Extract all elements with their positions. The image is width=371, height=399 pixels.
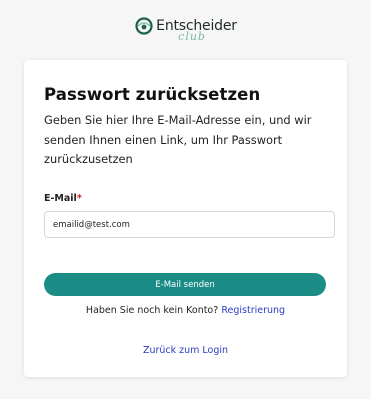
email-label-text: E-Mail bbox=[44, 193, 77, 204]
email-label: E-Mail* bbox=[44, 193, 82, 204]
logo-mark-icon bbox=[135, 17, 153, 35]
reset-password-card: Passwort zurücksetzen Geben Sie hier Ihr… bbox=[24, 60, 347, 377]
register-link[interactable]: Registrierung bbox=[221, 305, 285, 316]
brand-logo: Entscheider club bbox=[0, 12, 371, 43]
description-text: Geben Sie hier Ihre E-Mail-Adresse ein, … bbox=[44, 113, 312, 166]
logo-wordmark: Entscheider club bbox=[134, 16, 237, 43]
page-title: Passwort zurücksetzen bbox=[44, 85, 261, 104]
brand-subtitle: club bbox=[178, 30, 206, 43]
email-field[interactable] bbox=[44, 211, 335, 238]
required-marker: * bbox=[76, 193, 82, 204]
back-to-login-link[interactable]: Zurück zum Login bbox=[143, 345, 228, 356]
no-account-text: Haben Sie noch kein Konto? bbox=[85, 305, 219, 316]
signup-prompt: Haben Sie noch kein Konto? Registrierung bbox=[24, 305, 347, 316]
back-to-login-row: Zurück zum Login bbox=[24, 345, 347, 356]
send-email-button[interactable]: E-Mail senden bbox=[44, 273, 326, 296]
